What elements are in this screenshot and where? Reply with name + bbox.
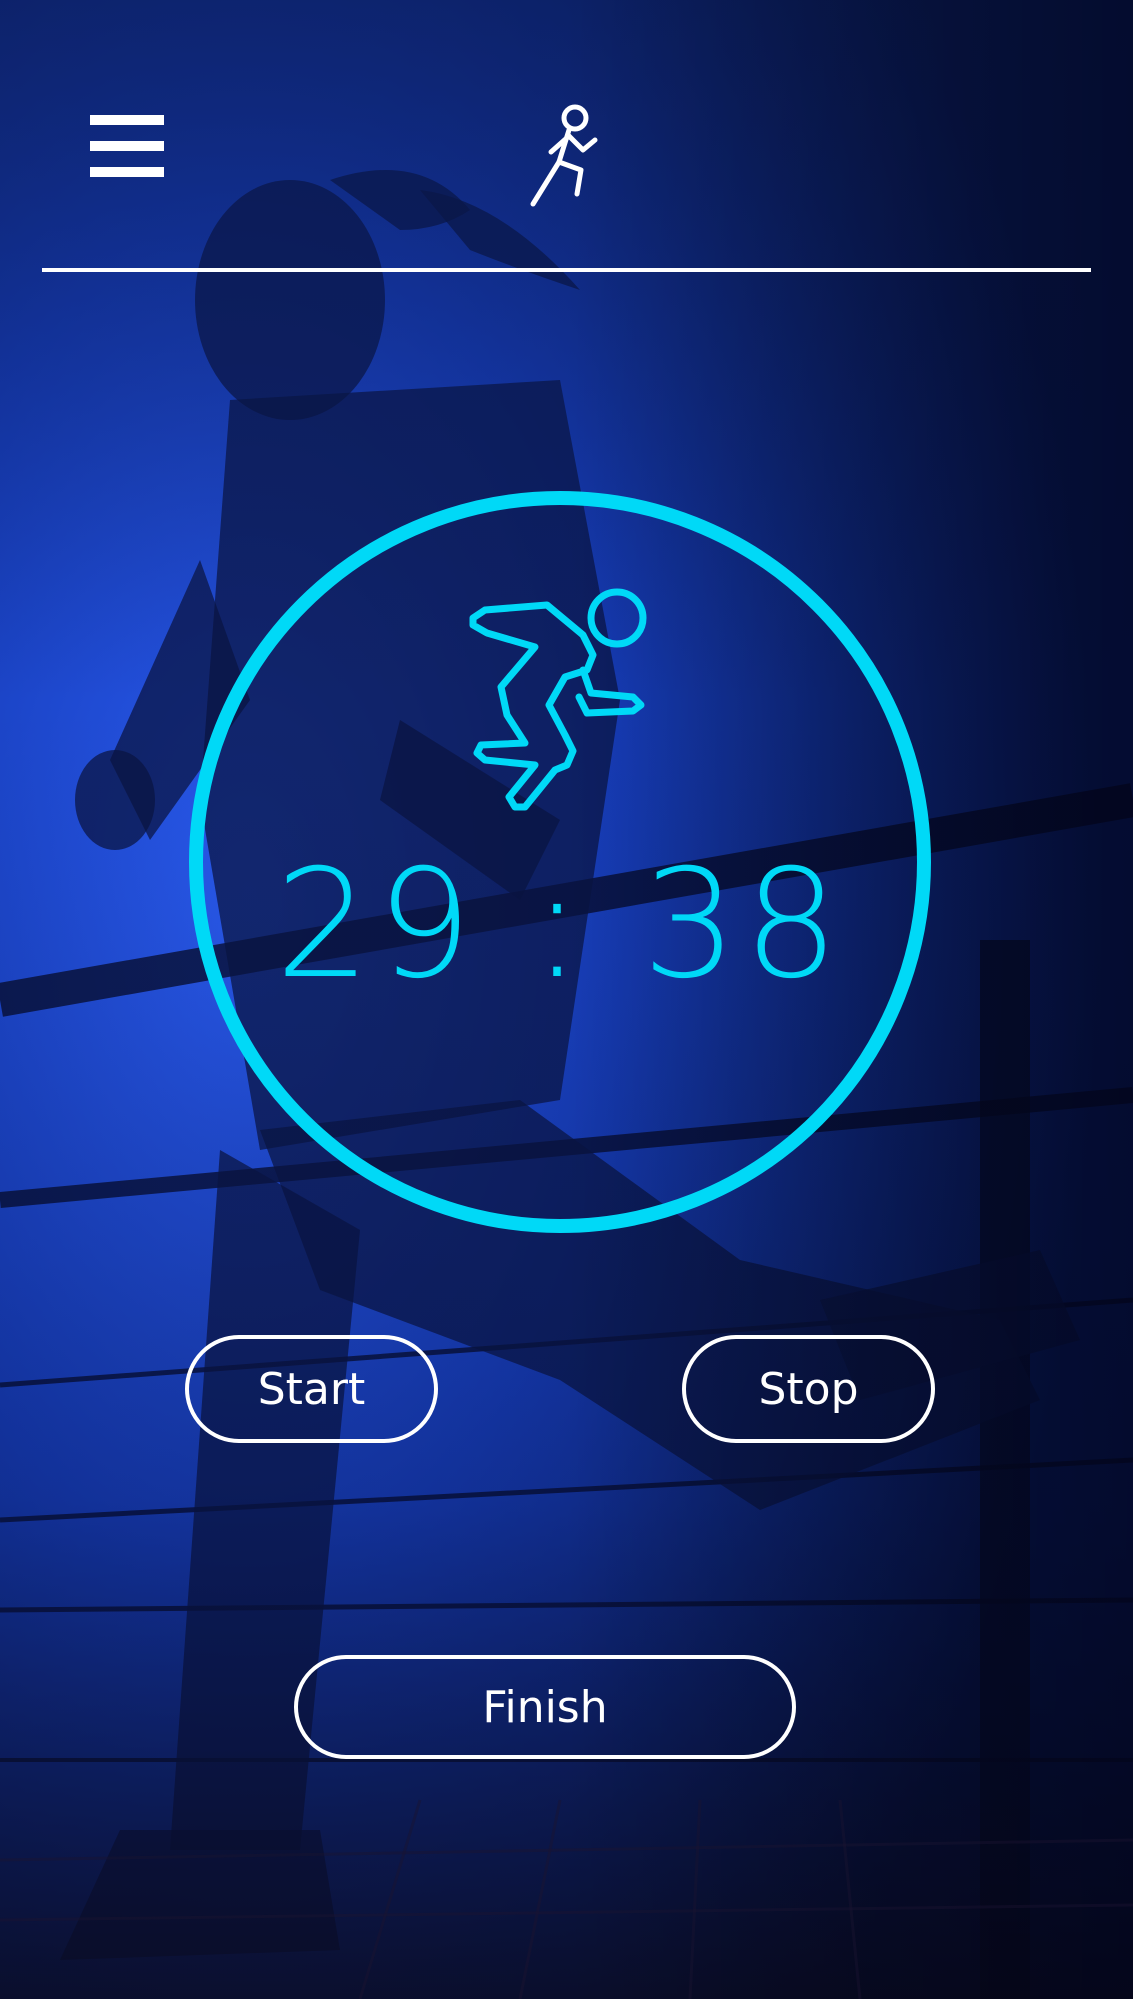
hamburger-menu-icon[interactable]: [90, 115, 164, 177]
sprinting-runner-icon: [465, 585, 655, 815]
menu-line: [90, 141, 164, 151]
timer-display: 29 : 38: [275, 838, 845, 1012]
stop-button[interactable]: Stop: [682, 1335, 935, 1443]
header-divider: [42, 268, 1091, 272]
start-button[interactable]: Start: [185, 1335, 438, 1443]
running-person-icon: [525, 100, 605, 210]
menu-line: [90, 167, 164, 177]
menu-line: [90, 115, 164, 125]
finish-button[interactable]: Finish: [294, 1655, 796, 1759]
